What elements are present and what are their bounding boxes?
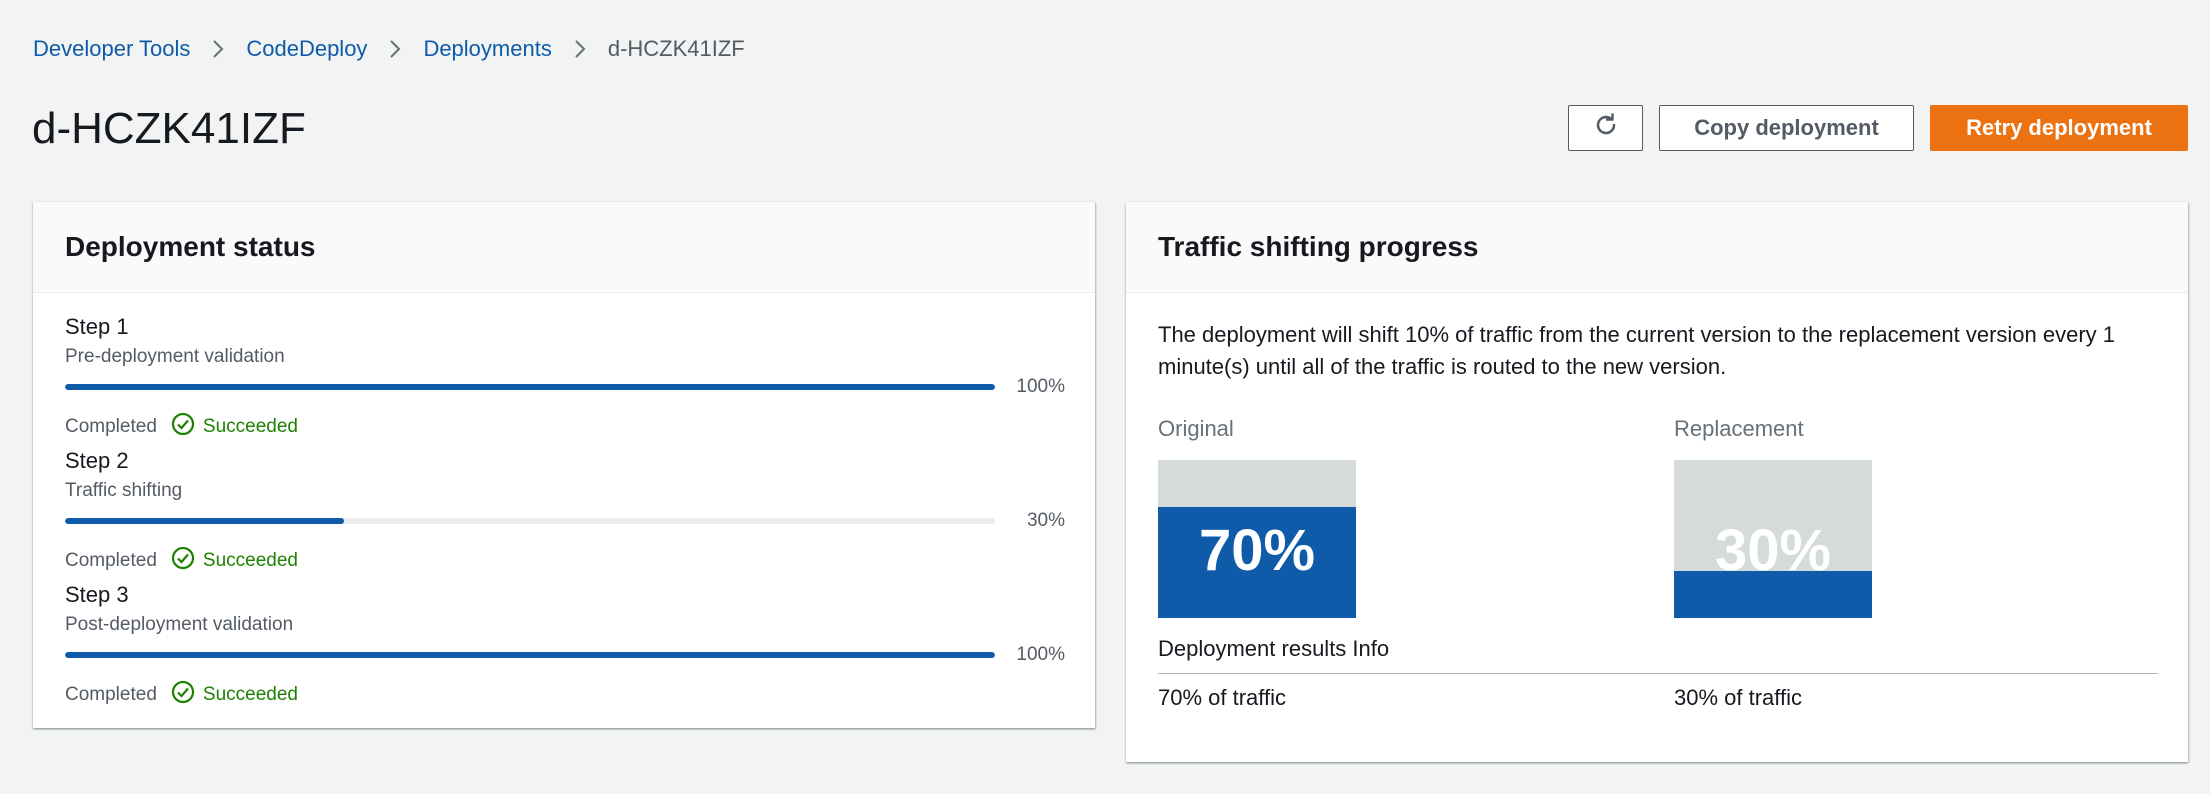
status-succeeded: Succeeded — [171, 412, 298, 442]
page-title: d-HCZK41IZF — [32, 104, 306, 153]
step-progress: 100% — [65, 376, 1065, 400]
step-progress: 30% — [65, 510, 1065, 534]
step-3: Step 3 Post-deployment validation 100% C… — [65, 582, 1065, 705]
step-progress: 100% — [65, 644, 1065, 668]
status-label: Completed — [65, 550, 157, 571]
step-subtitle: Post-deployment validation — [65, 614, 294, 635]
status-succeeded: Succeeded — [171, 680, 298, 710]
progress-percent: 30% — [1026, 510, 1065, 531]
deployment-results-title: Deployment results Info — [1158, 636, 1390, 661]
breadcrumb-deployments[interactable]: Deployments — [423, 36, 551, 62]
step-1: Step 1 Pre-deployment validation 100% Co… — [65, 314, 1065, 437]
check-circle-icon — [171, 412, 195, 442]
breadcrumb: Developer Tools CodeDeploy Deployments d… — [33, 36, 745, 62]
chevron-right-icon — [212, 39, 224, 59]
refresh-icon — [1592, 111, 1620, 145]
step-title: Step 1 — [65, 314, 129, 339]
replacement-traffic-result: 30% of traffic — [1674, 685, 1802, 710]
progress-track — [65, 652, 995, 658]
chevron-right-icon — [389, 39, 401, 59]
progress-percent: 100% — [1016, 376, 1065, 397]
check-circle-icon — [171, 546, 195, 576]
progress-fill — [65, 384, 995, 390]
status-label: Completed — [65, 416, 157, 437]
replacement-traffic-bucket: 30% — [1674, 460, 1872, 618]
refresh-button[interactable] — [1568, 105, 1643, 151]
retry-deployment-button[interactable]: Retry deployment — [1930, 105, 2188, 151]
breadcrumb-current: d-HCZK41IZF — [607, 36, 745, 61]
progress-fill — [65, 518, 344, 524]
status-label: Completed — [65, 684, 157, 705]
breadcrumb-developer-tools[interactable]: Developer Tools — [33, 36, 190, 62]
copy-deployment-button[interactable]: Copy deployment — [1659, 105, 1914, 151]
step-2: Step 2 Traffic shifting 30% Completed Su… — [65, 448, 1065, 571]
step-title: Step 3 — [65, 582, 129, 607]
chevron-right-icon — [574, 39, 586, 59]
original-traffic-percent: 70% — [1198, 517, 1316, 583]
original-traffic-result: 70% of traffic — [1158, 685, 1286, 710]
deployment-status-title: Deployment status — [33, 202, 1095, 293]
progress-fill — [65, 652, 995, 658]
step-title: Step 2 — [65, 448, 129, 473]
check-circle-icon — [171, 680, 195, 710]
status-text: Succeeded — [202, 416, 298, 437]
step-status: Completed Succeeded — [65, 412, 298, 442]
replacement-label: Replacement — [1674, 416, 1804, 441]
divider — [1158, 673, 2158, 674]
step-subtitle: Pre-deployment validation — [65, 346, 285, 367]
status-text: Succeeded — [202, 684, 298, 705]
step-status: Completed Succeeded — [65, 546, 298, 576]
original-label: Original — [1158, 416, 1234, 441]
original-traffic-bucket: 70% — [1158, 460, 1356, 618]
status-text: Succeeded — [202, 550, 298, 571]
progress-track — [65, 518, 995, 524]
traffic-shifting-panel: Traffic shifting progress The deployment… — [1126, 202, 2188, 762]
header-actions: Copy deployment Retry deployment — [1568, 105, 2188, 151]
status-succeeded: Succeeded — [171, 546, 298, 576]
traffic-description: The deployment will shift 10% of traffic… — [1158, 322, 2116, 379]
traffic-shifting-title: Traffic shifting progress — [1126, 202, 2188, 293]
breadcrumb-codedeploy[interactable]: CodeDeploy — [246, 36, 367, 62]
progress-track — [65, 384, 995, 390]
step-status: Completed Succeeded — [65, 680, 298, 710]
step-subtitle: Traffic shifting — [65, 480, 183, 501]
progress-percent: 100% — [1016, 644, 1065, 665]
replacement-traffic-percent: 30% — [1714, 517, 1832, 583]
deployment-status-panel: Deployment status Step 1 Pre-deployment … — [33, 202, 1095, 728]
